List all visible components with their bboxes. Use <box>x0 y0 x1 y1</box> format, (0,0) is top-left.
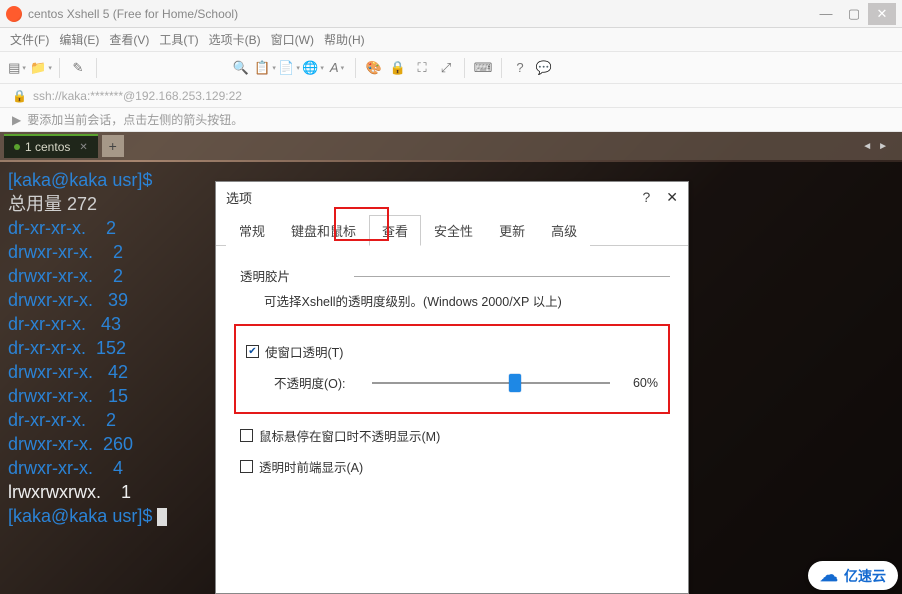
color-icon[interactable]: 🎨 <box>365 59 383 77</box>
lock-icon[interactable]: 🔒 <box>389 59 407 77</box>
dialog-close-button[interactable]: ✕ <box>666 189 678 206</box>
menu-tools[interactable]: 工具(T) <box>159 31 198 48</box>
tab-advanced[interactable]: 高级 <box>538 215 590 246</box>
checkbox-label: 透明时前端显示(A) <box>259 457 363 476</box>
tab-next-icon[interactable]: ► <box>878 141 888 152</box>
checkbox-label: 鼠标悬停在窗口时不透明显示(M) <box>259 426 440 445</box>
menu-help[interactable]: 帮助(H) <box>324 31 365 48</box>
menu-view[interactable]: 查看(V) <box>109 31 149 48</box>
checkbox-transparent[interactable]: ✔ <box>246 345 259 358</box>
tab-view[interactable]: 查看 <box>369 215 421 246</box>
titlebar: centos Xshell 5 (Free for Home/School) —… <box>0 0 902 28</box>
menu-tabs[interactable]: 选项卡(B) <box>209 31 261 48</box>
tab-security[interactable]: 安全性 <box>421 215 486 246</box>
globe-icon[interactable]: 🌐 <box>304 59 322 77</box>
separator <box>59 58 60 78</box>
opacity-slider[interactable] <box>372 382 610 384</box>
open-folder-icon[interactable]: 📁 <box>32 59 50 77</box>
fullscreen-icon[interactable]: ⛶ <box>413 59 431 77</box>
tab-general[interactable]: 常规 <box>226 215 278 246</box>
highlighted-group: ✔ 使窗口透明(T) 不透明度(O): 60% <box>234 324 670 414</box>
menubar: 文件(F) 编辑(E) 查看(V) 工具(T) 选项卡(B) 窗口(W) 帮助(… <box>0 28 902 52</box>
section-description: 可选择Xshell的透明度级别。(Windows 2000/XP 以上) <box>234 287 670 324</box>
checkbox-mouse-hover[interactable] <box>240 429 253 442</box>
status-dot-icon <box>14 144 20 150</box>
close-button[interactable]: ✕ <box>868 3 896 25</box>
dialog-titlebar: 选项 ? ✕ <box>216 182 688 212</box>
paste-icon[interactable]: 📄 <box>280 59 298 77</box>
info-bar: ▶ 要添加当前会话，点击左侧的箭头按钮。 <box>0 108 902 132</box>
menu-edit[interactable]: 编辑(E) <box>59 31 99 48</box>
settings-icon[interactable]: ✎ <box>69 59 87 77</box>
app-icon <box>6 6 22 22</box>
tab-strip: 1 centos ✕ + ◄ ► <box>0 132 902 160</box>
checkbox-row[interactable]: 鼠标悬停在窗口时不透明显示(M) <box>240 426 670 445</box>
separator <box>501 58 502 78</box>
options-dialog: 选项 ? ✕ 常规 键盘和鼠标 查看 安全性 更新 高级 透明胶片 可选择Xsh… <box>215 181 689 594</box>
prompt: [kaka@kaka usr]$ <box>8 170 152 190</box>
tab-keyboard-mouse[interactable]: 键盘和鼠标 <box>278 215 369 246</box>
watermark-text: 亿速云 <box>844 566 886 586</box>
help-icon[interactable]: ? <box>511 59 529 77</box>
dialog-help-button[interactable]: ? <box>642 189 650 205</box>
search-icon[interactable]: 🔍 <box>232 59 250 77</box>
checkbox-list: 鼠标悬停在窗口时不透明显示(M) 透明时前端显示(A) <box>234 426 670 476</box>
watermark: ☁ 亿速云 <box>808 561 898 590</box>
font-icon[interactable]: A <box>328 59 346 77</box>
tab-label: 1 centos <box>25 140 70 154</box>
session-tab[interactable]: 1 centos ✕ <box>4 134 98 158</box>
menu-window[interactable]: 窗口(W) <box>271 31 314 48</box>
keyboard-icon[interactable]: ⌨ <box>474 59 492 77</box>
minimize-button[interactable]: — <box>812 3 840 25</box>
slider-thumb[interactable] <box>509 374 521 392</box>
window-title: centos Xshell 5 (Free for Home/School) <box>28 7 812 21</box>
expand-icon[interactable]: ⤢ <box>437 59 455 77</box>
arrow-icon[interactable]: ▶ <box>12 113 21 127</box>
opacity-value: 60% <box>622 376 658 390</box>
lock-icon: 🔒 <box>12 89 27 103</box>
tab-update[interactable]: 更新 <box>486 215 538 246</box>
checkbox-label: 使窗口透明(T) <box>265 342 343 361</box>
tab-close-icon[interactable]: ✕ <box>79 142 87 153</box>
new-tab-button[interactable]: + <box>102 135 124 157</box>
separator <box>464 58 465 78</box>
checkbox-front[interactable] <box>240 460 253 473</box>
opacity-slider-row: 不透明度(O): 60% <box>246 373 658 392</box>
info-text: 要添加当前会话，点击左侧的箭头按钮。 <box>27 111 243 128</box>
address-bar[interactable]: 🔒 ssh://kaka:*******@192.168.253.129:22 <box>0 84 902 108</box>
cloud-icon: ☁ <box>820 565 838 586</box>
menu-file[interactable]: 文件(F) <box>10 31 49 48</box>
dialog-title: 选项 <box>226 188 252 207</box>
separator <box>355 58 356 78</box>
separator <box>96 58 97 78</box>
new-session-icon[interactable]: ▤ <box>8 59 26 77</box>
section-label: 透明胶片 <box>234 260 670 289</box>
copy-icon[interactable]: 📋 <box>256 59 274 77</box>
dialog-tabs: 常规 键盘和鼠标 查看 安全性 更新 高级 <box>216 212 688 246</box>
maximize-button[interactable]: ▢ <box>840 3 868 25</box>
tab-scroll: ◄ ► <box>862 141 898 152</box>
dialog-body: 透明胶片 可选择Xshell的透明度级别。(Windows 2000/XP 以上… <box>216 246 688 502</box>
checkbox-row[interactable]: 透明时前端显示(A) <box>240 457 670 476</box>
toolbar: ▤ 📁 ✎ 🔍 📋 📄 🌐 A 🎨 🔒 ⛶ ⤢ ⌨ ? 💬 <box>0 52 902 84</box>
chat-icon[interactable]: 💬 <box>535 59 553 77</box>
checkbox-row[interactable]: ✔ 使窗口透明(T) <box>246 342 658 361</box>
address-text: ssh://kaka:*******@192.168.253.129:22 <box>33 89 242 103</box>
cursor <box>157 508 167 526</box>
window-controls: — ▢ ✕ <box>812 3 896 25</box>
tab-prev-icon[interactable]: ◄ <box>862 141 872 152</box>
separator <box>354 276 670 277</box>
opacity-label: 不透明度(O): <box>274 373 360 392</box>
